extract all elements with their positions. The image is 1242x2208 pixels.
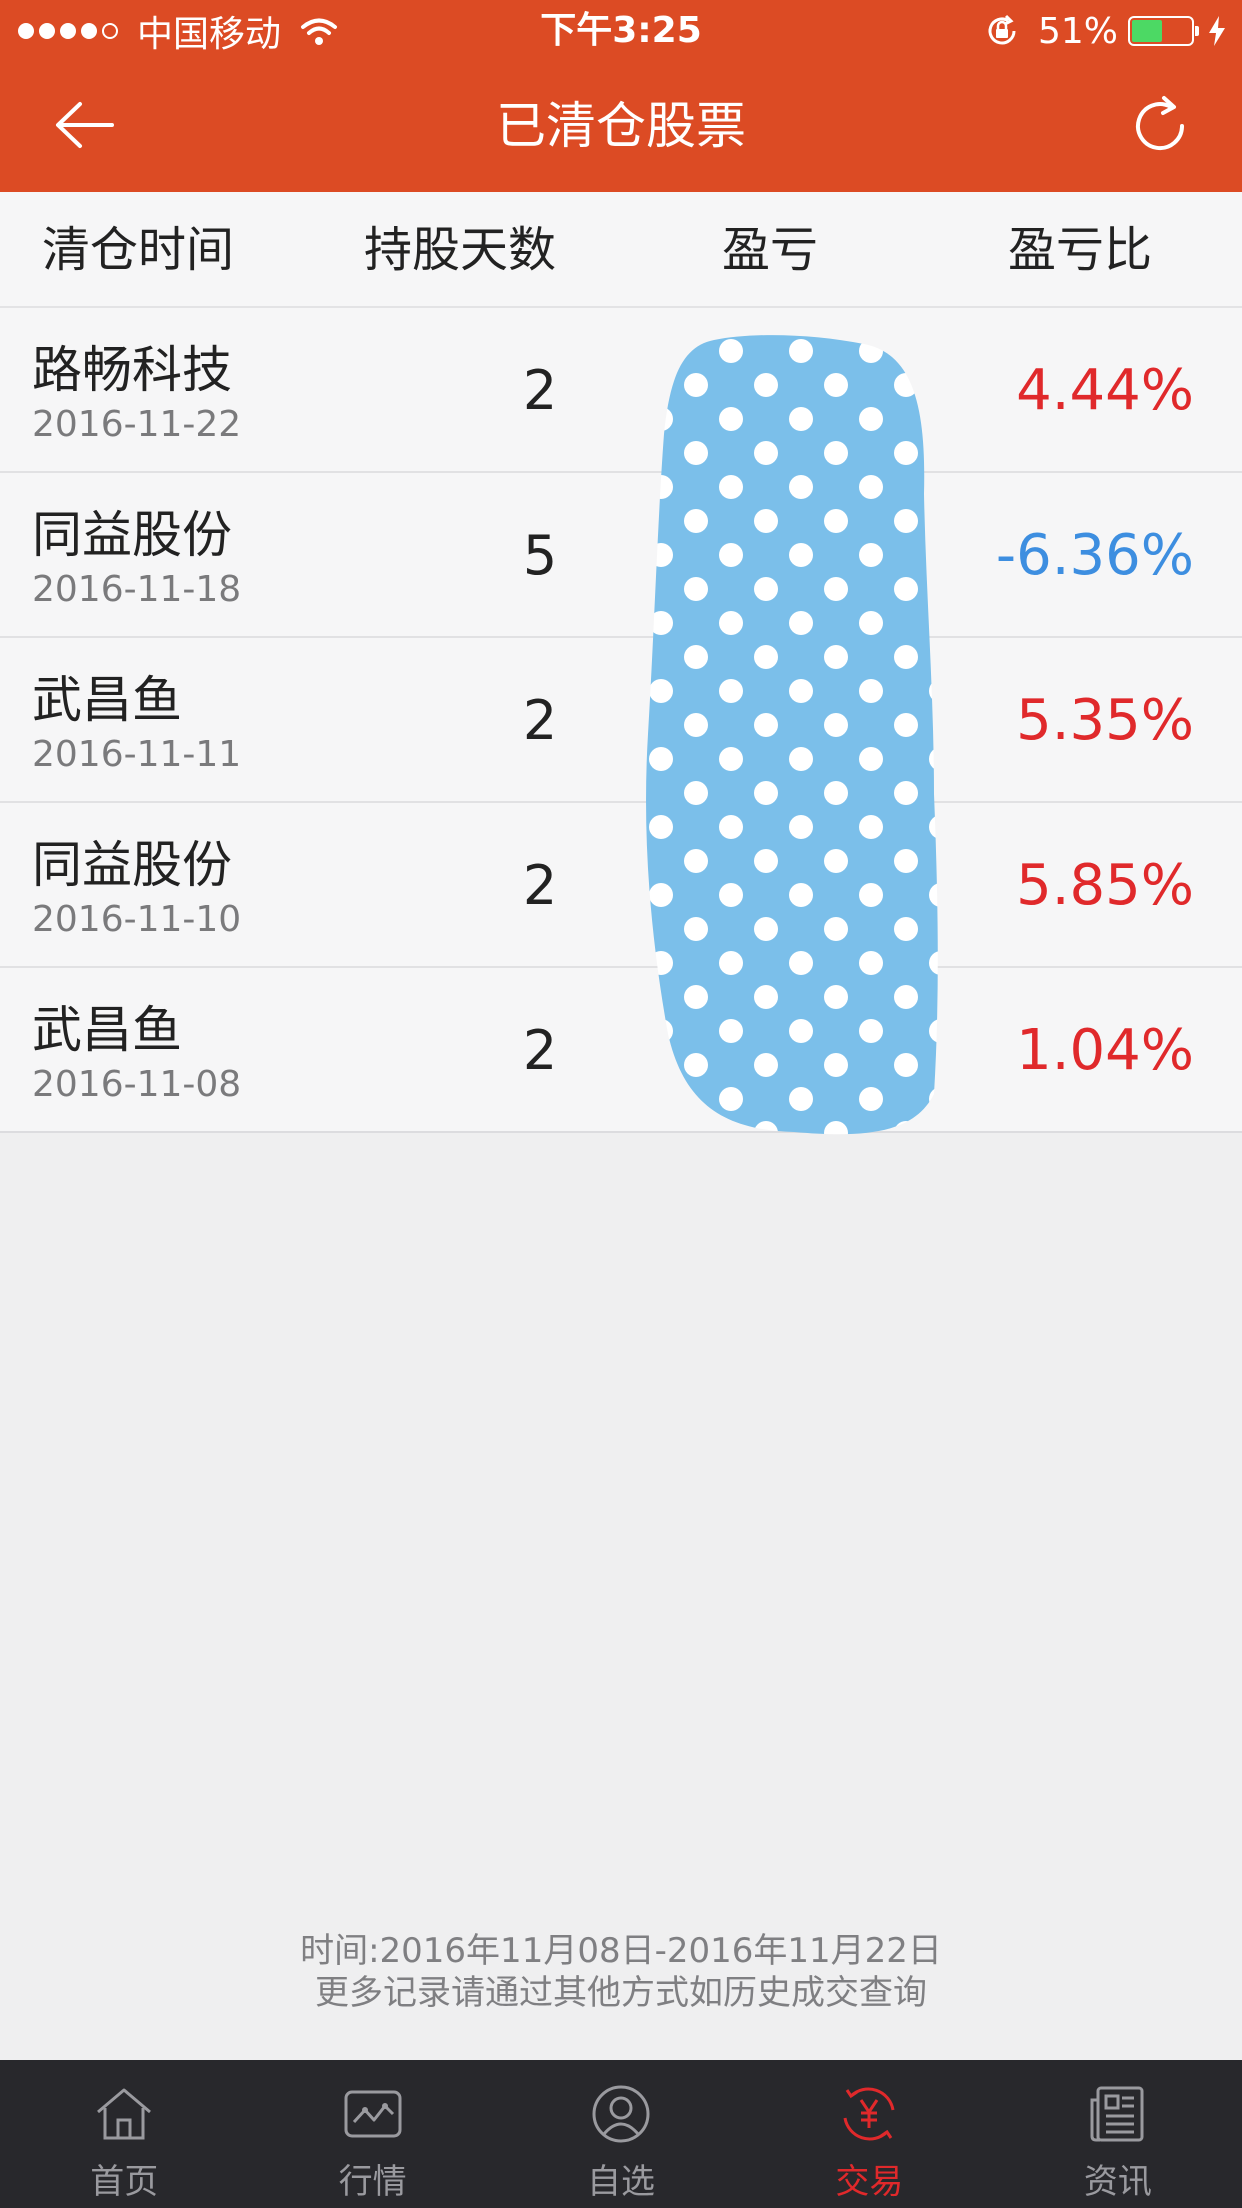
close-date: 2016-11-11: [32, 734, 242, 775]
tab-market[interactable]: 行情: [248, 2060, 496, 2208]
tab-home-label: 首页: [90, 2162, 159, 2202]
profit-ratio: 1.04%: [1016, 1018, 1194, 1083]
table-row[interactable]: 武昌鱼 2016-11-11 2 5.35%: [0, 638, 1242, 803]
table-header: 清仓时间 持股天数 盈亏 盈亏比: [0, 192, 1242, 308]
table-row[interactable]: 同益股份 2016-11-18 5 -6.36%: [0, 473, 1242, 638]
yuan-icon: [843, 2087, 895, 2141]
rotation-lock-icon: [988, 14, 1016, 45]
charging-icon: [1209, 16, 1225, 46]
profit-ratio: 5.85%: [1016, 853, 1194, 918]
stock-name: 同益股份: [32, 506, 232, 564]
tab-watchlist-label: 自选: [587, 2162, 656, 2202]
header-close-time[interactable]: 清仓时间: [42, 192, 234, 308]
profit-ratio: -6.36%: [995, 523, 1194, 588]
tab-market-label: 行情: [338, 2162, 407, 2202]
battery-icon: [1128, 16, 1199, 46]
table-row[interactable]: 武昌鱼 2016-11-08 2 1.04%: [0, 968, 1242, 1133]
date-range-note: 时间:2016年11月08日-2016年11月22日 更多记录请通过其他方式如历…: [0, 1930, 1242, 2014]
holding-days: 2: [522, 689, 558, 752]
stock-name: 路畅科技: [32, 341, 232, 399]
tab-watchlist[interactable]: 自选: [497, 2060, 745, 2208]
stock-name: 同益股份: [32, 836, 232, 894]
cleared-stocks-list: 路畅科技 2016-11-22 2 4.44% 同益股份 2016-11-18 …: [0, 308, 1242, 1133]
redaction-overlay: [646, 335, 938, 1135]
stock-name: 武昌鱼: [32, 1001, 182, 1059]
header-profit-ratio[interactable]: 盈亏比: [1008, 192, 1152, 308]
holding-days: 5: [522, 524, 558, 587]
close-date: 2016-11-18: [32, 569, 242, 610]
header-profit-loss[interactable]: 盈亏: [722, 192, 818, 308]
holding-days: 2: [522, 359, 558, 422]
refresh-icon[interactable]: [1124, 90, 1196, 162]
more-records-hint: 更多记录请通过其他方式如历史成交查询: [315, 1973, 927, 2013]
tab-news[interactable]: 资讯: [994, 2060, 1242, 2208]
news-icon: [1090, 2086, 1144, 2142]
table-row[interactable]: 同益股份 2016-11-10 2 5.85%: [0, 803, 1242, 968]
tab-trade[interactable]: 交易: [745, 2060, 993, 2208]
page-title: 已清仓股票: [496, 97, 746, 155]
navigation-bar: 已清仓股票: [0, 62, 1242, 192]
battery-fill: [1132, 20, 1162, 42]
close-date: 2016-11-08: [32, 1064, 242, 1105]
tab-home[interactable]: 首页: [0, 2060, 248, 2208]
header-holding-days[interactable]: 持股天数: [364, 192, 556, 308]
holding-days: 2: [522, 854, 558, 917]
bottom-tab-bar: 首页 行情 自选 交易 资讯: [0, 2060, 1242, 2208]
chart-icon: [344, 2090, 402, 2138]
tab-trade-label: 交易: [835, 2162, 904, 2202]
user-circle-icon: [592, 2085, 650, 2143]
close-date: 2016-11-22: [32, 404, 242, 445]
home-icon: [97, 2088, 152, 2140]
profit-ratio: 5.35%: [1016, 688, 1194, 753]
holding-days: 2: [522, 1019, 558, 1082]
date-range-text: 时间:2016年11月08日-2016年11月22日: [300, 1931, 942, 1971]
close-date: 2016-11-10: [32, 899, 242, 940]
status-bar: 中国移动 下午3:25 51%: [0, 0, 1242, 62]
battery-percent: 51%: [1037, 10, 1118, 52]
status-right: 51%: [984, 0, 1228, 62]
table-row[interactable]: 路畅科技 2016-11-22 2 4.44%: [0, 308, 1242, 473]
stock-name: 武昌鱼: [32, 671, 182, 729]
tab-news-label: 资讯: [1083, 2162, 1152, 2202]
profit-ratio: 4.44%: [1016, 358, 1194, 423]
